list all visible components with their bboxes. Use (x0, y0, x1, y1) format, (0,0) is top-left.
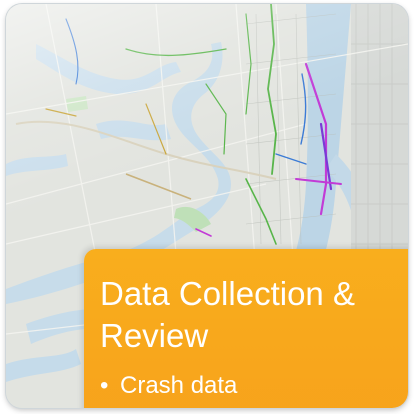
bullet-text: Crash data (120, 372, 238, 399)
info-card: Data Collection & Review • Crash data (84, 249, 408, 408)
map-tile[interactable]: Data Collection & Review • Crash data (6, 4, 408, 408)
bullet-icon: • (100, 372, 109, 399)
bullet-item: • Crash data (100, 371, 237, 401)
card-title: Data Collection & Review (100, 275, 355, 354)
